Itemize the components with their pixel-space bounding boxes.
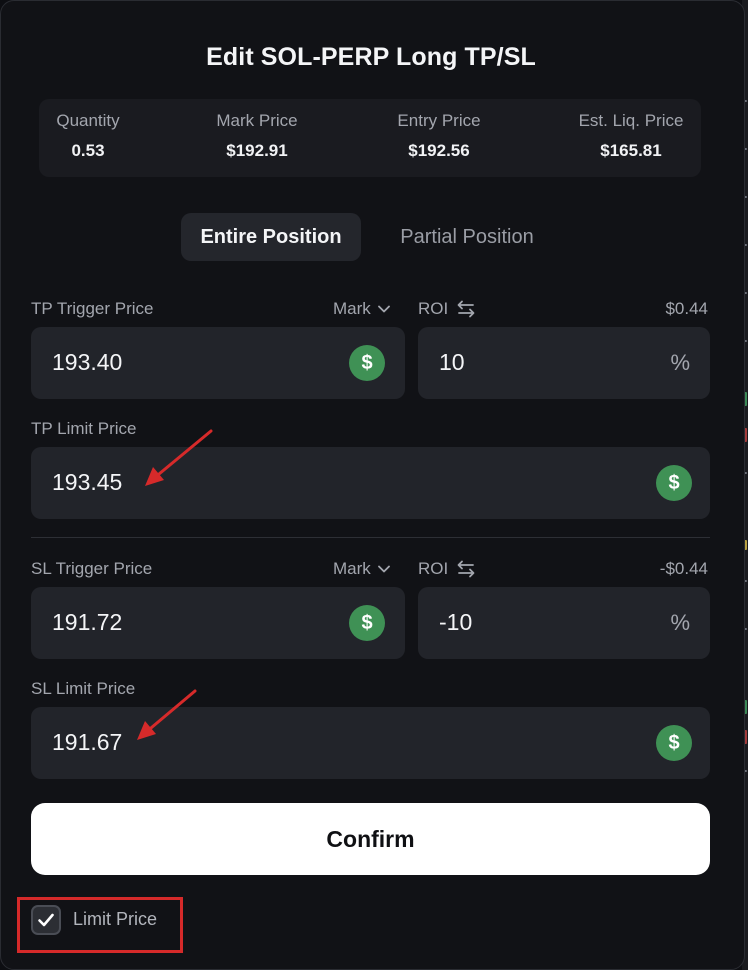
dollar-icon[interactable]: $ [349, 345, 385, 381]
tp-pnl-value: $0.44 [665, 299, 708, 318]
sl-pnl-value: -$0.44 [659, 559, 708, 578]
tp-trigger-price-value: 193.40 [52, 349, 123, 375]
chevron-down-icon [377, 305, 390, 313]
tab-entire-position[interactable]: Entire Position [181, 213, 361, 261]
dollar-icon[interactable]: $ [656, 725, 692, 761]
mark-price-value: $192.91 [226, 141, 288, 160]
dollar-icon[interactable]: $ [656, 465, 692, 501]
quantity-label: Quantity [56, 111, 120, 130]
swap-arrows-icon [457, 560, 475, 578]
dialog-title: Edit SOL-PERP Long TP/SL [206, 43, 536, 71]
limit-price-checkbox-label[interactable]: Limit Price [73, 909, 157, 930]
entry-price-stat: Entry Price $192.56 [379, 111, 499, 161]
liq-price-stat: Est. Liq. Price $165.81 [561, 111, 701, 161]
tp-price-type-select[interactable]: Mark [333, 299, 391, 319]
tp-limit-price-value: 193.45 [52, 469, 123, 495]
tp-price-type-value: Mark [333, 299, 371, 318]
tp-roi-unit: % [670, 350, 690, 375]
tp-limit-label: TP Limit Price [31, 419, 137, 438]
sl-limit-price-input[interactable]: 191.67 $ [31, 707, 710, 779]
dollar-icon[interactable]: $ [349, 605, 385, 641]
sl-price-type-select[interactable]: Mark [333, 559, 391, 579]
entry-price-value: $192.56 [408, 141, 470, 160]
tp-trigger-label: TP Trigger Price [31, 299, 154, 318]
tp-limit-price-input[interactable]: 193.45 $ [31, 447, 710, 519]
position-summary: Quantity 0.53 Mark Price $192.91 Entry P… [39, 99, 701, 177]
sl-roi-value: -10 [439, 609, 473, 635]
mark-price-label: Mark Price [216, 111, 298, 130]
limit-price-checkbox[interactable] [31, 905, 61, 935]
sl-trigger-price-input[interactable]: 191.72 $ [31, 587, 405, 659]
swap-arrows-icon [457, 300, 475, 318]
tp-roi-input[interactable]: 10 % [418, 327, 710, 399]
section-divider [31, 537, 710, 538]
sl-limit-price-value: 191.67 [52, 729, 123, 755]
tp-roi-label: ROI [418, 299, 449, 318]
liq-price-value: $165.81 [600, 141, 662, 160]
sl-price-type-value: Mark [333, 559, 371, 578]
sl-limit-label: SL Limit Price [31, 679, 136, 698]
sl-trigger-label: SL Trigger Price [31, 559, 153, 578]
quantity-value: 0.53 [71, 141, 105, 160]
check-icon [38, 913, 54, 927]
sl-trigger-price-value: 191.72 [52, 609, 123, 635]
quantity-stat: Quantity 0.53 [39, 111, 137, 161]
sl-roi-toggle[interactable]: ROI [418, 559, 476, 579]
tp-trigger-price-input[interactable]: 193.40 $ [31, 327, 405, 399]
tpsl-dialog: Edit SOL-PERP Long TP/SL Quantity 0.53 M… [0, 0, 745, 970]
confirm-button[interactable]: Confirm [31, 803, 710, 875]
tp-roi-toggle[interactable]: ROI [418, 299, 476, 319]
entry-price-label: Entry Price [397, 111, 481, 130]
tp-roi-value: 10 [439, 349, 465, 375]
liq-price-label: Est. Liq. Price [578, 111, 684, 130]
sl-roi-label: ROI [418, 559, 449, 578]
sl-roi-unit: % [670, 610, 690, 635]
tab-partial-position[interactable]: Partial Position [375, 213, 559, 261]
sl-roi-input[interactable]: -10 % [418, 587, 710, 659]
chevron-down-icon [377, 565, 390, 573]
mark-price-stat: Mark Price $192.91 [197, 111, 317, 161]
